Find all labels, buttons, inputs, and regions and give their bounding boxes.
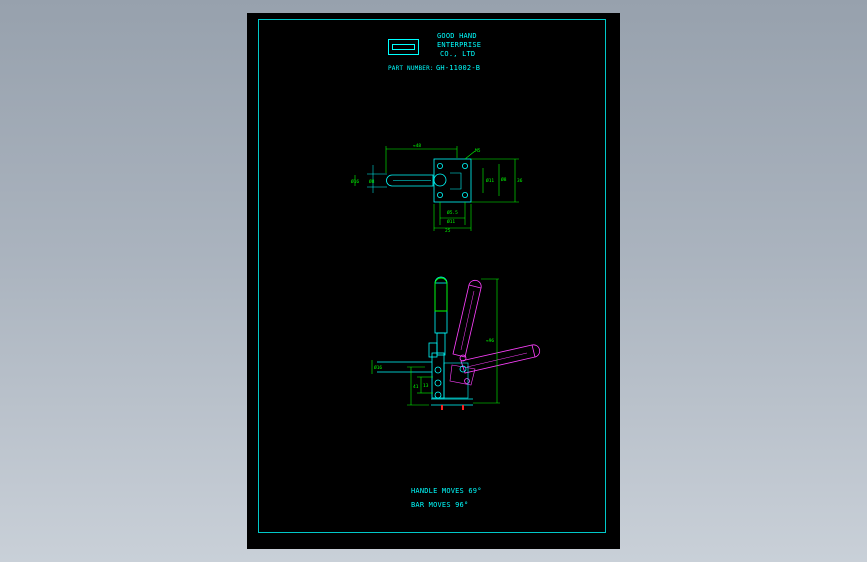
svg-text:Ø16: Ø16 <box>374 364 382 371</box>
svg-text:13: 13 <box>423 383 429 389</box>
drawing-sheet: GOOD HAND ENTERPRISE CO., LTD PART NUMBE… <box>247 13 620 549</box>
svg-text:Ø8: Ø8 <box>501 176 507 183</box>
top-view-pivot <box>433 173 447 187</box>
svg-text:≈96: ≈96 <box>486 338 494 344</box>
note-bar-moves: BAR MOVES 96° <box>411 501 469 509</box>
top-view-hole-1 <box>436 162 443 169</box>
note-handle-moves: HANDLE MOVES 69° <box>411 487 482 495</box>
cad-viewport[interactable]: GOOD HAND ENTERPRISE CO., LTD PART NUMBE… <box>0 0 867 562</box>
top-view-hole-4 <box>461 191 468 198</box>
top-view-hole-2 <box>461 162 468 169</box>
drawing-canvas: ≈48 M5 Ø16 Ø8 Ø11 Ø8 36 Ø5.5 Ø11 25 ≈96 … <box>351 143 541 410</box>
svg-text:≈48: ≈48 <box>413 143 421 149</box>
top-view-base-plate <box>433 158 472 203</box>
top-view-hole-3 <box>436 191 443 198</box>
side-view-base-markers <box>441 405 464 410</box>
top-view <box>367 158 472 203</box>
svg-text:Ø11: Ø11 <box>486 177 494 184</box>
side-view-clamp <box>377 276 473 410</box>
svg-text:Ø16: Ø16 <box>351 178 359 185</box>
svg-text:Ø5.5: Ø5.5 <box>447 209 458 216</box>
side-view-ghost-handle <box>449 279 541 386</box>
svg-text:Ø8: Ø8 <box>369 178 375 185</box>
svg-text:M5: M5 <box>475 148 481 154</box>
svg-text:25: 25 <box>445 228 451 234</box>
svg-text:Ø11: Ø11 <box>447 218 455 225</box>
svg-text:41: 41 <box>413 384 419 390</box>
side-view-dimensions <box>371 278 500 406</box>
side-view-dim-text: ≈96 Ø16 41 13 <box>374 338 494 390</box>
svg-text:36: 36 <box>517 178 523 184</box>
top-view-dim-text: ≈48 M5 Ø16 Ø8 Ø11 Ø8 36 Ø5.5 Ø11 25 <box>351 143 523 234</box>
top-view-handle <box>386 174 434 187</box>
